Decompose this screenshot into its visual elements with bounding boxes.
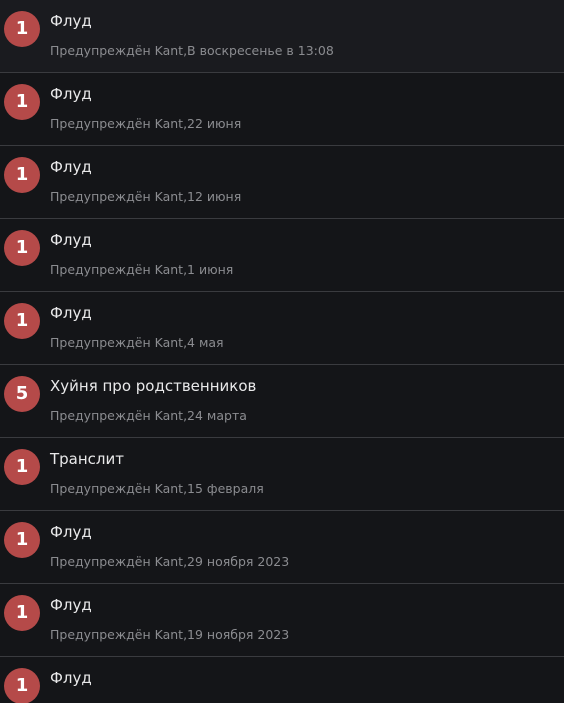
warning-meta: Предупреждён Kant,15 февраля xyxy=(50,481,264,496)
warning-meta: Предупреждён Kant,1 июня xyxy=(50,262,234,277)
warning-title[interactable]: Флуд xyxy=(50,304,92,322)
warning-points-badge: 1 xyxy=(4,668,40,703)
warning-points-badge: 1 xyxy=(4,11,40,47)
warning-row[interactable]: 5 Хуйня про родственников Предупреждён K… xyxy=(0,365,564,438)
warning-title[interactable]: Флуд xyxy=(50,669,92,687)
warning-title[interactable]: Транслит xyxy=(50,450,124,468)
warning-points-badge: 1 xyxy=(4,157,40,193)
warning-meta: Предупреждён Kant,19 ноября 2023 xyxy=(50,627,290,642)
warning-meta: Предупреждён Kant,В воскресенье в 13:08 xyxy=(50,43,334,58)
warning-meta: Предупреждён Kant,12 июня xyxy=(50,189,242,204)
warning-points-badge: 1 xyxy=(4,303,40,339)
warning-title[interactable]: Флуд xyxy=(50,596,92,614)
warning-meta: Предупреждён Kant,24 марта xyxy=(50,408,247,423)
warning-row[interactable]: 1 Флуд Предупреждён Kant,22 июня xyxy=(0,73,564,146)
warning-row[interactable]: 1 Флуд Предупреждён Kant,4 мая xyxy=(0,292,564,365)
warning-row[interactable]: 1 Флуд Предупреждён Kant,В воскресенье в… xyxy=(0,0,564,73)
warning-title[interactable]: Флуд xyxy=(50,523,92,541)
warning-row[interactable]: 1 Флуд Предупреждён Kant,1 июня xyxy=(0,219,564,292)
warning-points-badge: 1 xyxy=(4,230,40,266)
warning-row[interactable]: 1 Транслит Предупреждён Kant,15 февраля xyxy=(0,438,564,511)
warning-title[interactable]: Хуйня про родственников xyxy=(50,377,256,395)
warning-points-badge: 1 xyxy=(4,595,40,631)
warning-title[interactable]: Флуд xyxy=(50,85,92,103)
warning-meta: Предупреждён Kant,4 мая xyxy=(50,335,224,350)
warning-points-badge: 5 xyxy=(4,376,40,412)
warning-title[interactable]: Флуд xyxy=(50,12,92,30)
warning-title[interactable]: Флуд xyxy=(50,158,92,176)
warning-points-badge: 1 xyxy=(4,449,40,485)
warning-meta: Предупреждён Kant,22 июня xyxy=(50,116,242,131)
warning-meta: Предупреждён Kant,29 ноября 2023 xyxy=(50,554,290,569)
warning-points-badge: 1 xyxy=(4,522,40,558)
warning-row[interactable]: 1 Флуд Предупреждён Kant,19 ноября 2023 xyxy=(0,584,564,657)
warning-title[interactable]: Флуд xyxy=(50,231,92,249)
warnings-list: 1 Флуд Предупреждён Kant,В воскресенье в… xyxy=(0,0,564,703)
warning-row[interactable]: 1 Флуд Предупреждён Kant,29 ноября 2023 xyxy=(0,511,564,584)
warning-row[interactable]: 1 Флуд Предупреждён Kant,12 июня xyxy=(0,146,564,219)
warning-row[interactable]: 1 Флуд xyxy=(0,657,564,703)
warning-points-badge: 1 xyxy=(4,84,40,120)
